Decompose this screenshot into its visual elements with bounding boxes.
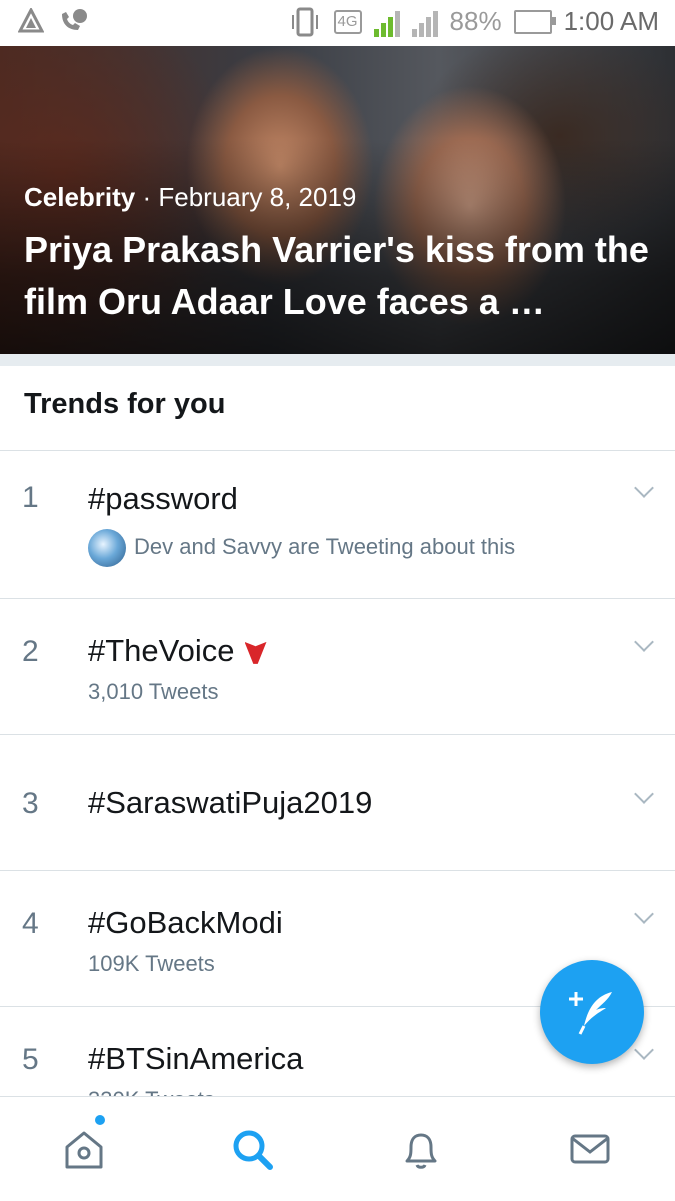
trend-hashtag-text: #TheVoice	[88, 633, 235, 668]
section-divider	[0, 354, 675, 366]
nav-messages-button[interactable]	[566, 1125, 614, 1173]
trend-tweet-count: 3,010 Tweets	[88, 679, 219, 704]
bottom-nav	[0, 1096, 675, 1201]
phone-chat-icon	[62, 9, 87, 30]
chevron-down-icon[interactable]	[634, 904, 654, 924]
battery-icon	[513, 9, 556, 34]
nav-notifications-button[interactable]	[397, 1125, 445, 1173]
app-notification-icon	[18, 8, 44, 33]
hero-date: February 8, 2019	[158, 182, 357, 212]
voice-emoji-icon	[244, 641, 267, 664]
signal-sim2-icon	[411, 7, 438, 37]
trend-hashtag[interactable]: #BTSinAmerica	[88, 1041, 303, 1077]
trend-item[interactable]: 3 #SaraswatiPuja2019	[0, 735, 675, 870]
network-type: 4G	[333, 9, 362, 34]
trend-context-text: Dev and Savvy are Tweeting about this	[134, 533, 516, 559]
trend-hashtag[interactable]: #SaraswatiPuja2019	[88, 785, 372, 821]
trend-item[interactable]: 1 #password Dev and Savvy are Tweeting a…	[0, 451, 675, 598]
trend-rank: 4	[22, 907, 39, 940]
nav-search-button[interactable]	[228, 1125, 276, 1173]
clock: 1:00 AM	[563, 6, 659, 36]
chevron-down-icon[interactable]	[634, 1040, 654, 1060]
compose-tweet-icon	[569, 992, 612, 1035]
vibrate-icon	[291, 7, 318, 36]
hero-separator: ·	[135, 182, 159, 212]
home-icon	[65, 1131, 103, 1169]
chevron-down-icon[interactable]	[634, 784, 654, 804]
battery-percent: 88%	[449, 6, 502, 36]
trend-rank: 3	[22, 787, 39, 820]
chevron-down-icon[interactable]	[634, 632, 654, 652]
trend-hashtag[interactable]: #password	[88, 481, 238, 517]
trend-rank: 2	[22, 635, 39, 668]
hero-meta: Celebrity · February 8, 2019	[24, 182, 356, 213]
trend-context: Dev and Savvy are Tweeting about this	[88, 529, 515, 567]
hero-category: Celebrity	[24, 182, 136, 212]
search-icon	[233, 1130, 273, 1170]
compose-tweet-button[interactable]	[540, 960, 644, 1064]
trend-rank: 1	[22, 481, 39, 514]
chevron-down-icon[interactable]	[634, 478, 654, 498]
home-notification-dot	[95, 1115, 105, 1125]
status-bar: 4G 88% 1:00 AM	[0, 0, 675, 46]
trend-tweet-count: 330K Tweets	[88, 1087, 215, 1096]
trend-rank: 5	[22, 1043, 39, 1076]
notifications-icon	[405, 1133, 437, 1169]
trend-tweet-count: 109K Tweets	[88, 951, 215, 976]
signal-sim1-icon	[373, 7, 400, 37]
trend-hashtag[interactable]: #GoBackModi	[88, 905, 283, 941]
hero-story[interactable]: Celebrity · February 8, 2019 Priya Praka…	[0, 46, 675, 354]
trend-item[interactable]: 2 #TheVoice 3,010 Tweets	[0, 599, 675, 734]
avatar	[88, 529, 126, 567]
trend-hashtag[interactable]: #TheVoice	[88, 633, 267, 669]
nav-home-button[interactable]	[60, 1125, 108, 1173]
messages-icon	[570, 1134, 610, 1164]
hero-headline[interactable]: Priya Prakash Varrier's kiss from the fi…	[24, 224, 654, 328]
section-title: Trends for you	[24, 388, 226, 420]
